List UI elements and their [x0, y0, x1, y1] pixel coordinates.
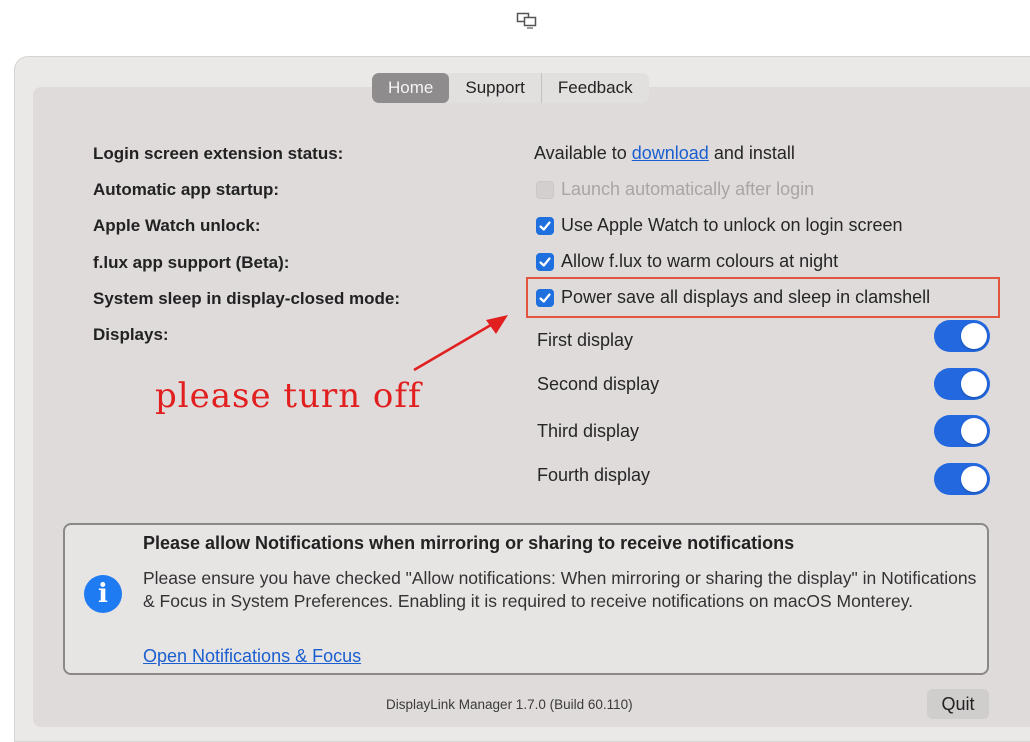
- third-display-toggle[interactable]: [934, 415, 990, 447]
- annotation-text: please turn off: [155, 376, 422, 416]
- launch-at-login-checkbox[interactable]: [536, 181, 554, 199]
- display-name: Third display: [537, 421, 640, 441]
- quit-button[interactable]: Quit: [927, 689, 989, 719]
- flux-text: Allow f.lux to warm colours at night: [561, 251, 839, 271]
- notice-body: Please ensure you have checked "Allow no…: [143, 568, 977, 611]
- first-display-toggle[interactable]: [934, 320, 990, 352]
- flux-checkbox[interactable]: [536, 253, 554, 271]
- login-status-prefix: Available to: [534, 143, 627, 163]
- fourth-display-toggle[interactable]: [934, 463, 990, 495]
- annotation-arrow-icon: [413, 315, 508, 372]
- tab-feedback[interactable]: Feedback: [540, 73, 649, 103]
- sleep-label: System sleep in display-closed mode:: [93, 289, 401, 308]
- display-name: First display: [537, 330, 634, 350]
- info-icon: i: [84, 575, 122, 613]
- notice-title: Please allow Notifications when mirrorin…: [143, 533, 795, 553]
- login-status-suffix: and install: [713, 143, 795, 163]
- tab-support[interactable]: Support: [449, 73, 541, 103]
- checkmark-icon: [539, 293, 551, 303]
- flux-label: f.lux app support (Beta):: [93, 253, 290, 272]
- toggle-knob: [961, 466, 987, 492]
- displays-label: Displays:: [93, 325, 169, 344]
- displaylink-menubar-icon[interactable]: [516, 11, 538, 29]
- clamshell-sleep-checkbox[interactable]: [536, 289, 554, 307]
- clamshell-sleep-text: Power save all displays and sleep in cla…: [561, 287, 931, 307]
- tab-home[interactable]: Home: [372, 73, 450, 103]
- toggle-knob: [961, 323, 987, 349]
- version-footer: DisplayLink Manager 1.7.0 (Build 60.110): [386, 697, 633, 712]
- toggle-knob: [961, 418, 987, 444]
- notification-notice: i Please allow Notifications when mirror…: [63, 523, 989, 675]
- launch-at-login-text: Launch automatically after login: [561, 179, 815, 199]
- toggle-knob: [961, 371, 987, 397]
- watch-unlock-checkbox[interactable]: [536, 217, 554, 235]
- open-notifications-link[interactable]: Open Notifications & Focus: [143, 646, 361, 667]
- display-name: Second display: [537, 374, 660, 394]
- checkmark-icon: [539, 221, 551, 231]
- display-name: Fourth display: [537, 465, 651, 485]
- login-status-value: Available to download and install: [534, 143, 795, 164]
- watch-unlock-label: Apple Watch unlock:: [93, 216, 261, 235]
- login-status-label: Login screen extension status:: [93, 144, 344, 163]
- tab-bar: Home Support Feedback: [372, 73, 649, 103]
- download-link[interactable]: download: [632, 143, 709, 163]
- second-display-toggle[interactable]: [934, 368, 990, 400]
- watch-unlock-text: Use Apple Watch to unlock on login scree…: [561, 215, 903, 235]
- checkmark-icon: [539, 257, 551, 267]
- app-startup-label: Automatic app startup:: [93, 180, 280, 199]
